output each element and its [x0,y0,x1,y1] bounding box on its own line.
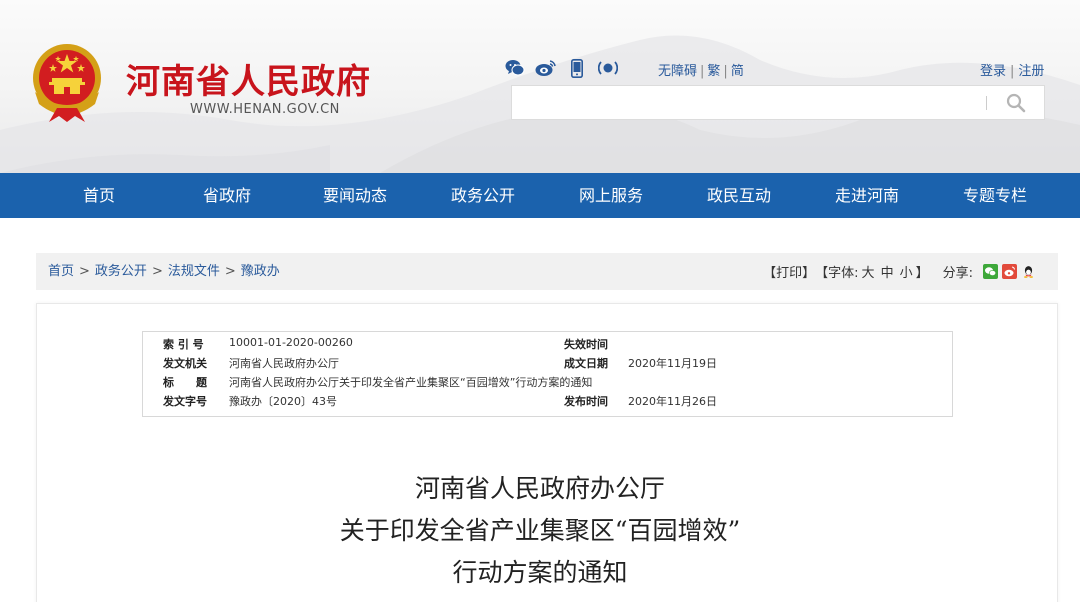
mobile-icon[interactable] [566,58,588,78]
expire-label: 失效时间 [564,338,608,351]
traditional-chinese-link[interactable]: 繁 [707,64,720,79]
separator: | [723,64,728,79]
page-tools: 【打印】【字体: 大中小 】 分享: [763,253,1036,290]
search-divider [986,96,987,110]
nav-item-provincial-gov[interactable]: 省政府 [163,173,291,218]
date-value: 2020年11月19日 [628,357,717,370]
publish-value: 2020年11月26日 [628,395,717,408]
account-links: 登录 | 注册 [980,60,1044,79]
search-icon[interactable] [1004,92,1028,114]
register-link[interactable]: 注册 [1018,64,1044,79]
breadcrumb-regulations[interactable]: 法规文件 [168,264,220,279]
nav-item-about-henan[interactable]: 走进河南 [803,173,931,218]
simplified-chinese-link[interactable]: 简 [731,64,744,79]
date-label: 成文日期 [564,357,608,370]
doc-number-value: 豫政办〔2020〕43号 [229,395,337,408]
bracket: 】 [915,266,929,281]
font-size-label: 字体: [828,266,859,281]
podcast-icon[interactable] [597,58,619,78]
document-title-line-2: 关于印发全省产业集聚区“百园增效” [339,516,741,545]
print-button[interactable]: 打印 [776,262,802,281]
font-size-options: 大中小 [859,262,916,281]
document-title-line-3: 行动方案的通知 [452,558,628,587]
national-emblem-icon [33,44,101,122]
meta-row: 索 引 号 10001-01-2020-00260 失效时间 [143,336,954,355]
document-meta-table: 索 引 号 10001-01-2020-00260 失效时间 发文机关 河南省人… [142,331,953,417]
breadcrumb-home[interactable]: 首页 [48,264,74,279]
document-title-line-1: 河南省人民政府办公厅 [414,474,665,503]
publish-label: 发布时间 [564,395,608,408]
accessibility-links: 无障碍 | 繁 | 简 [658,60,744,79]
bracket: 【 [815,266,829,281]
font-large-button[interactable]: 大 [862,266,875,281]
font-small-button[interactable]: 小 [900,266,913,281]
nav-item-home[interactable]: 首页 [35,173,163,218]
bracket: 【 [763,266,777,281]
issuer-label: 发文机关 [163,357,207,370]
share-wechat-icon[interactable] [983,264,998,279]
breadcrumb: 首页 > 政务公开 > 法规文件 > 豫政办 [48,253,280,290]
index-label: 索 引 号 [163,338,204,351]
issuer-value: 河南省人民政府办公厅 [229,357,339,370]
meta-row: 发文机关 河南省人民政府办公厅 成文日期 2020年11月19日 [143,355,954,374]
site-header: 河南省人民政府 WWW.HENAN.GOV.CN 无障碍 | 繁 | 简 登录 | 注册 [0,0,1080,173]
search-box [511,85,1045,120]
breadcrumb-gov-affairs[interactable]: 政务公开 [95,264,147,279]
breadcrumb-bar: 首页 > 政务公开 > 法规文件 > 豫政办 【打印】【字体: 大中小 】 分享: [36,253,1058,290]
barrier-free-link[interactable]: 无障碍 [658,64,697,79]
breadcrumb-separator: > [151,264,163,279]
nav-item-gov-affairs[interactable]: 政务公开 [419,173,547,218]
separator: | [1010,64,1015,79]
doc-number-label: 发文字号 [163,395,207,408]
share-qq-icon[interactable] [1021,264,1036,279]
breadcrumb-separator: > [224,264,236,279]
weibo-icon[interactable] [535,58,557,78]
search-input[interactable] [512,86,982,119]
index-value: 10001-01-2020-00260 [229,336,353,349]
font-medium-button[interactable]: 中 [881,266,894,281]
social-links [504,58,628,78]
breadcrumb-separator: > [79,264,90,279]
separator: | [700,64,705,79]
share-weibo-icon[interactable] [1002,264,1017,279]
nav-item-news[interactable]: 要闻动态 [291,173,419,218]
title-label: 标 题 [163,376,207,389]
meta-row: 标 题 河南省人民政府办公厅关于印发全省产业集聚区“百园增效”行动方案的通知 [143,374,954,393]
nav-item-special-topics[interactable]: 专题专栏 [931,173,1059,218]
title-value: 河南省人民政府办公厅关于印发全省产业集聚区“百园增效”行动方案的通知 [229,376,593,389]
site-url[interactable]: WWW.HENAN.GOV.CN [190,102,340,117]
breadcrumb-yuzhengban[interactable]: 豫政办 [241,264,280,279]
site-title[interactable]: 河南省人民政府 [126,54,371,103]
main-nav: 首页 省政府 要闻动态 政务公开 网上服务 政民互动 走进河南 专题专栏 [0,173,1080,218]
bracket: 】 [802,266,816,281]
nav-item-interaction[interactable]: 政民互动 [675,173,803,218]
share-label: 分享: [942,266,973,281]
wechat-icon[interactable] [504,58,526,78]
nav-item-online-services[interactable]: 网上服务 [547,173,675,218]
meta-row: 发文字号 豫政办〔2020〕43号 发布时间 2020年11月26日 [143,393,954,412]
login-link[interactable]: 登录 [980,64,1006,79]
